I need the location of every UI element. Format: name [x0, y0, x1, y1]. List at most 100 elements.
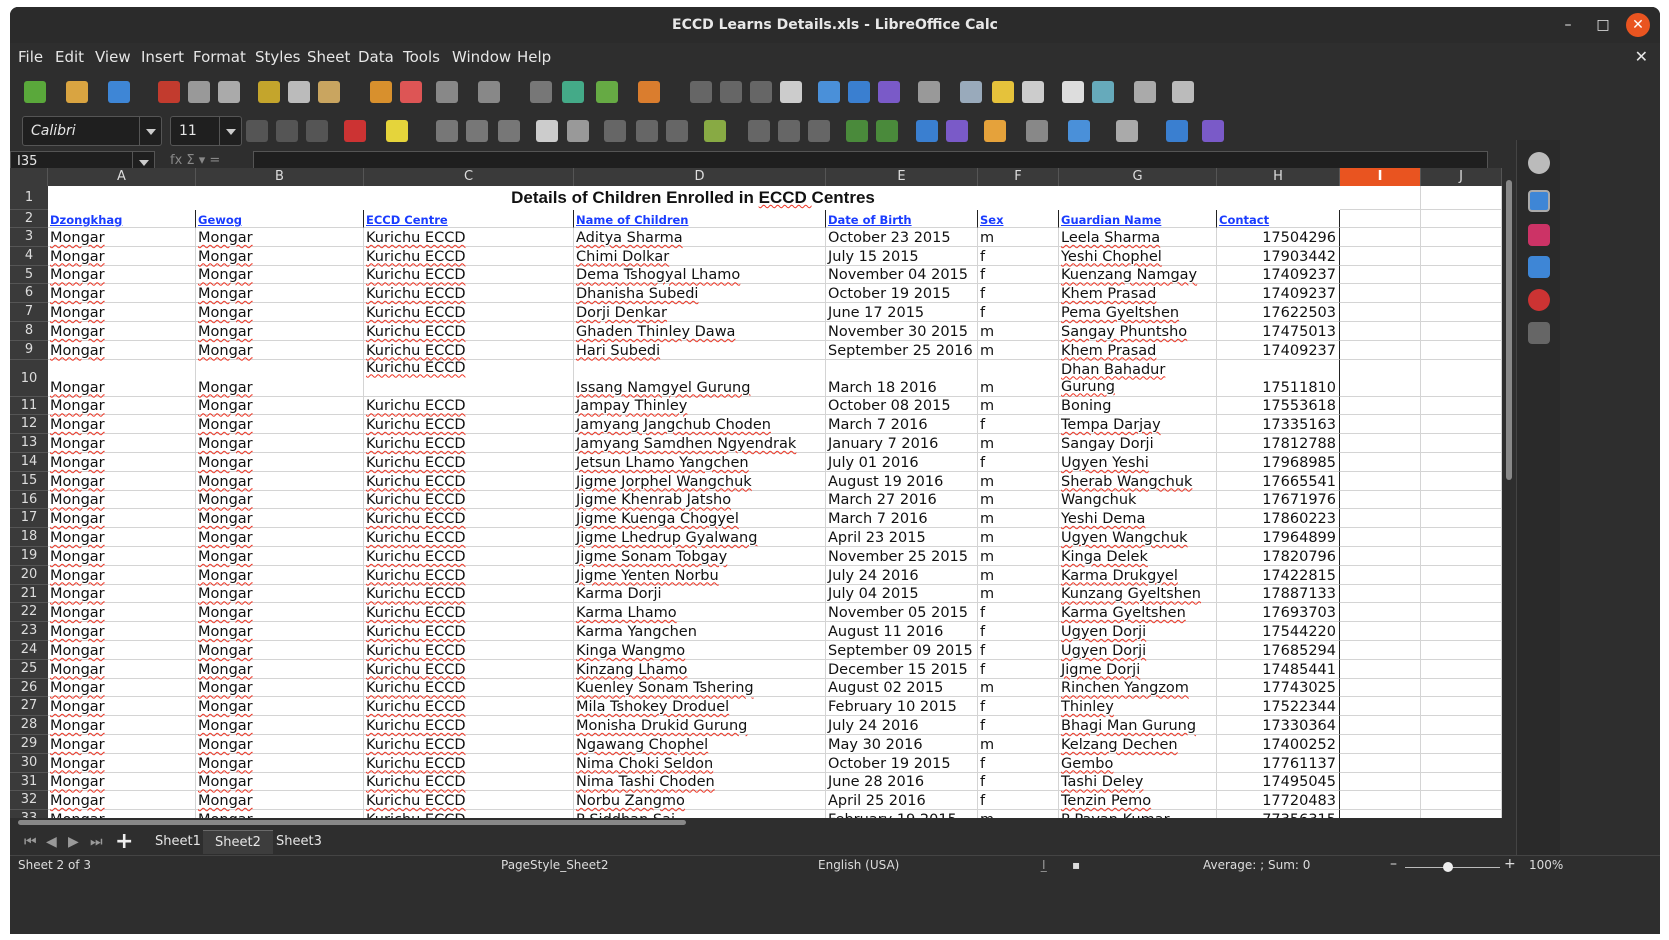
cell[interactable]: Mongar: [196, 246, 364, 266]
cell[interactable]: 17968985: [1217, 453, 1340, 472]
cell[interactable]: Sangay Dorji: [1059, 434, 1217, 453]
cell[interactable]: Kurichu ECCD: [364, 772, 574, 792]
row-header-28[interactable]: 28: [10, 716, 48, 735]
cell[interactable]: Mongar: [48, 678, 196, 698]
cell[interactable]: July 24 2016: [826, 565, 978, 585]
cell[interactable]: Jampay Thinley: [574, 396, 826, 416]
cell[interactable]: Kurichu ECCD: [364, 697, 574, 717]
cell[interactable]: 17422815: [1217, 565, 1340, 585]
cell[interactable]: [1340, 547, 1421, 566]
spelling-icon[interactable]: [562, 81, 584, 103]
cell[interactable]: Kunzang Gyeltshen: [1059, 584, 1217, 604]
cell[interactable]: [1340, 186, 1421, 210]
cell[interactable]: [1340, 434, 1421, 453]
cell[interactable]: [1421, 735, 1502, 754]
row-header-25[interactable]: 25: [10, 660, 48, 679]
cell[interactable]: October 23 2015: [826, 228, 978, 247]
zoom-slider-knob[interactable]: [1443, 862, 1453, 872]
cell[interactable]: September 09 2015: [826, 641, 978, 660]
cell[interactable]: July 24 2016: [826, 716, 978, 735]
cell[interactable]: m: [978, 528, 1059, 547]
row-header-32[interactable]: 32: [10, 791, 48, 811]
cell[interactable]: Kurichu ECCD: [364, 396, 574, 416]
cell[interactable]: [1340, 697, 1421, 717]
cell[interactable]: December 15 2015: [826, 659, 978, 679]
row-header-8[interactable]: 8: [10, 322, 48, 341]
cell[interactable]: m: [978, 735, 1059, 754]
cell[interactable]: [1421, 210, 1502, 228]
cell[interactable]: m: [978, 434, 1059, 453]
next-sheet-icon[interactable]: ▶: [68, 834, 79, 850]
menu-data[interactable]: Data: [358, 48, 394, 66]
sort-descending-icon[interactable]: [750, 81, 772, 103]
row-header-22[interactable]: 22: [10, 603, 48, 623]
cell[interactable]: [1421, 284, 1502, 304]
cell[interactable]: [1421, 603, 1502, 623]
cell[interactable]: Nima Choki Seldon: [574, 753, 826, 773]
split-window-icon[interactable]: [1134, 81, 1156, 103]
cell[interactable]: Mongar: [48, 810, 196, 818]
align-right-icon[interactable]: [498, 120, 520, 142]
cell[interactable]: October 19 2015: [826, 284, 978, 304]
cell[interactable]: [1340, 453, 1421, 472]
cell[interactable]: Mongar: [48, 622, 196, 641]
border-color-icon[interactable]: [1068, 120, 1090, 142]
cell[interactable]: 17330364: [1217, 716, 1340, 735]
cell[interactable]: m: [978, 490, 1059, 510]
menu-edit[interactable]: Edit: [55, 48, 84, 66]
cell[interactable]: Mongar: [48, 603, 196, 623]
cell[interactable]: Kurichu ECCD: [364, 641, 574, 660]
zoom-out-icon[interactable]: –: [1390, 856, 1397, 872]
cell[interactable]: [1421, 716, 1502, 735]
cell[interactable]: 17887133: [1217, 584, 1340, 604]
cell[interactable]: [1340, 322, 1421, 341]
column-header-g[interactable]: G: [1059, 168, 1217, 186]
cell[interactable]: May 30 2016: [826, 735, 978, 754]
row-header-23[interactable]: 23: [10, 622, 48, 641]
cell[interactable]: Mongar: [48, 396, 196, 416]
menu-view[interactable]: View: [95, 48, 131, 66]
menu-sheet[interactable]: Sheet: [307, 48, 350, 66]
cell[interactable]: Mongar: [196, 584, 364, 604]
font-color-icon[interactable]: [344, 120, 366, 142]
cell[interactable]: Kurichu ECCD: [364, 622, 574, 641]
language[interactable]: English (USA): [818, 858, 899, 872]
cell[interactable]: 17860223: [1217, 509, 1340, 529]
cell[interactable]: [1421, 584, 1502, 604]
cell[interactable]: Jigme Khenrab Jatsho: [574, 490, 826, 510]
special-character-icon[interactable]: [918, 81, 940, 103]
cell[interactable]: [1340, 471, 1421, 491]
cell[interactable]: Jetsun Lhamo Yangchen: [574, 453, 826, 472]
toggle-grid-icon[interactable]: [1166, 120, 1188, 142]
row-header-24[interactable]: 24: [10, 641, 48, 660]
cell[interactable]: Mongar: [48, 453, 196, 472]
zoom-level[interactable]: 100%: [1529, 858, 1563, 872]
maximize-button[interactable]: □: [1591, 13, 1615, 37]
cell[interactable]: Norbu Zangmo: [574, 791, 826, 811]
cell[interactable]: Dema Tshogyal Lhamo: [574, 265, 826, 285]
cell[interactable]: Chimi Dolkar: [574, 246, 826, 266]
column-icon[interactable]: [638, 81, 660, 103]
cell[interactable]: Kurichu ECCD: [364, 322, 574, 341]
page-style[interactable]: PageStyle_Sheet2: [501, 858, 609, 872]
cell[interactable]: m: [978, 396, 1059, 416]
currency-format-icon[interactable]: [704, 120, 726, 142]
cell[interactable]: March 18 2016: [826, 359, 978, 397]
header-cell[interactable]: ECCD Centre: [364, 210, 574, 228]
header-cell[interactable]: Dzongkhag: [48, 210, 196, 228]
cell[interactable]: f: [978, 303, 1059, 322]
cell[interactable]: Leela Sharma: [1059, 228, 1217, 247]
cell[interactable]: m: [978, 322, 1059, 341]
cell[interactable]: Mongar: [196, 228, 364, 247]
row-header-20[interactable]: 20: [10, 566, 48, 585]
cell[interactable]: m: [978, 471, 1059, 491]
border-style-icon[interactable]: [1026, 120, 1048, 142]
sort-ascending-icon[interactable]: [720, 81, 742, 103]
cell[interactable]: Ugyen Dorji: [1059, 622, 1217, 641]
cell[interactable]: Mongar: [196, 735, 364, 754]
cell[interactable]: 17335163: [1217, 415, 1340, 435]
cell[interactable]: Kurichu ECCD: [364, 735, 574, 754]
row-header-11[interactable]: 11: [10, 397, 48, 416]
cell[interactable]: [1421, 453, 1502, 472]
cell[interactable]: [1340, 490, 1421, 510]
